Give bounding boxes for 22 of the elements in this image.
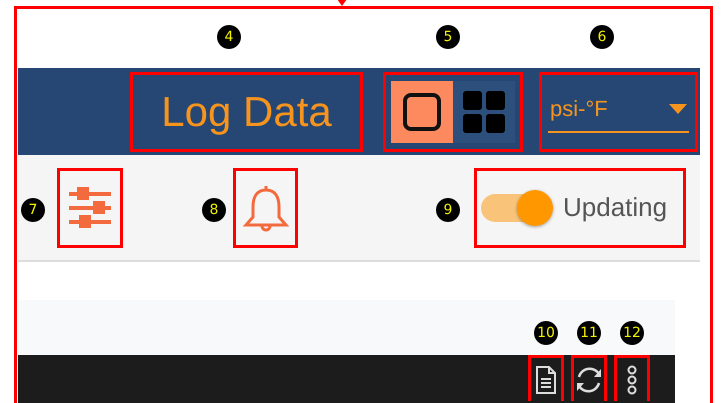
- callout-number: 7: [21, 198, 45, 222]
- filters-button[interactable]: [67, 186, 113, 230]
- sliders-icon: [67, 186, 113, 230]
- callout-number: 8: [202, 198, 226, 222]
- refresh-button[interactable]: [571, 355, 607, 401]
- callout-number: 5: [436, 24, 460, 48]
- toggle-label: Updating: [563, 191, 668, 224]
- square-icon: [402, 92, 442, 132]
- caret-icon: [669, 104, 687, 114]
- grid-icon: [462, 90, 506, 134]
- callout-number: 6: [590, 24, 614, 48]
- units-dropdown[interactable]: psi-°F: [548, 90, 689, 133]
- more-icon: [626, 364, 638, 394]
- units-value: psi-°F: [550, 95, 608, 123]
- export-button[interactable]: [528, 355, 564, 401]
- refresh-icon: [574, 364, 604, 394]
- callout-number: 4: [217, 24, 241, 48]
- single-view-button[interactable]: [391, 80, 453, 142]
- document-icon: [535, 364, 557, 394]
- page-title: Log Data: [161, 90, 332, 132]
- callout-number: 9: [436, 198, 460, 222]
- more-button[interactable]: [614, 355, 650, 401]
